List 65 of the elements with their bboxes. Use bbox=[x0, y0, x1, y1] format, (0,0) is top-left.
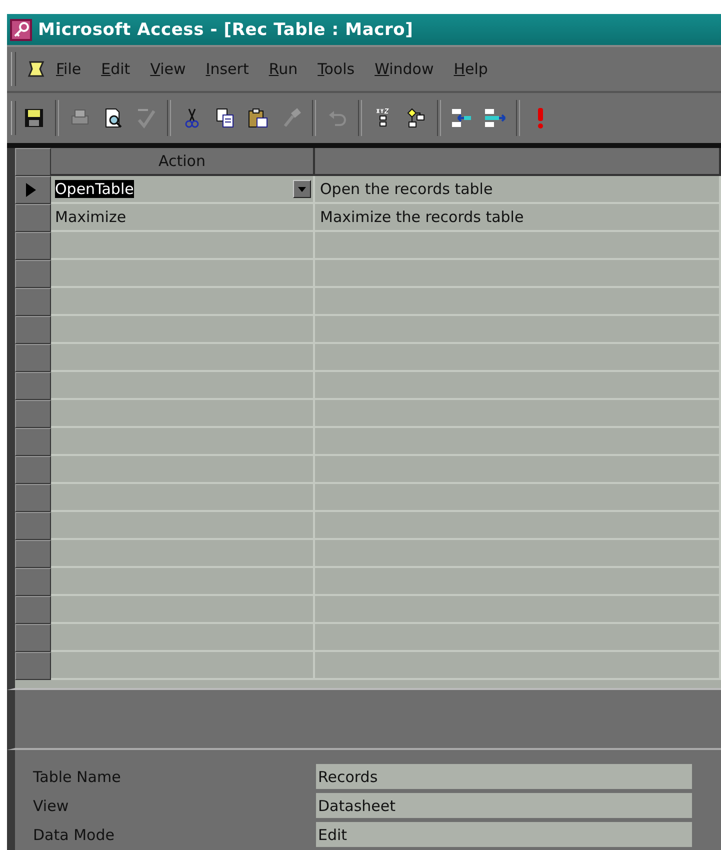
row-selector[interactable] bbox=[15, 372, 51, 400]
empty-cell[interactable] bbox=[315, 260, 721, 288]
row-selector[interactable] bbox=[15, 624, 51, 652]
argument-field[interactable]: Records bbox=[316, 764, 692, 789]
action-cell[interactable]: OpenTable bbox=[51, 176, 315, 204]
row-selector[interactable] bbox=[15, 204, 51, 232]
current-row-icon bbox=[26, 183, 36, 197]
empty-cell[interactable] bbox=[315, 624, 721, 652]
action-cell[interactable]: Maximize bbox=[51, 204, 315, 232]
row-selector[interactable] bbox=[15, 428, 51, 456]
caret-icon bbox=[298, 186, 306, 192]
row-selector[interactable] bbox=[15, 344, 51, 372]
empty-cell[interactable] bbox=[315, 344, 721, 372]
menu-item[interactable]: Tools bbox=[318, 60, 355, 78]
menu-item[interactable]: Help bbox=[454, 60, 488, 78]
column-header[interactable]: Action bbox=[51, 148, 315, 176]
row-selector[interactable] bbox=[15, 176, 51, 204]
argument-field[interactable]: Edit bbox=[316, 822, 692, 847]
row-selector[interactable] bbox=[15, 456, 51, 484]
menu-item[interactable]: View bbox=[150, 60, 186, 78]
empty-cell[interactable] bbox=[315, 428, 721, 456]
empty-cell[interactable] bbox=[315, 288, 721, 316]
empty-cell[interactable] bbox=[315, 512, 721, 540]
key-icon bbox=[10, 18, 32, 40]
delete-rows-icon[interactable] bbox=[483, 106, 507, 130]
insert-rows-icon[interactable] bbox=[450, 106, 474, 130]
empty-cell[interactable] bbox=[315, 456, 721, 484]
row-selector[interactable] bbox=[15, 232, 51, 260]
empty-cell[interactable] bbox=[315, 400, 721, 428]
menu-item[interactable]: Edit bbox=[101, 60, 130, 78]
row-selector[interactable] bbox=[15, 568, 51, 596]
clipboard-icon[interactable] bbox=[246, 106, 270, 130]
empty-cell[interactable] bbox=[315, 652, 721, 680]
highlighted-text: OpenTable bbox=[55, 180, 134, 198]
grid-corner[interactable] bbox=[15, 148, 51, 176]
argument-label: Table Name bbox=[33, 768, 122, 786]
empty-cell[interactable] bbox=[315, 540, 721, 568]
save-icon[interactable] bbox=[22, 106, 46, 130]
comment-cell[interactable]: Maximize the records table bbox=[315, 204, 721, 232]
empty-cell[interactable] bbox=[315, 232, 721, 260]
menu-item[interactable]: Window bbox=[374, 60, 434, 78]
row-selector[interactable] bbox=[15, 484, 51, 512]
comment-cell[interactable]: Open the records table bbox=[315, 176, 721, 204]
row-selector[interactable] bbox=[15, 512, 51, 540]
row-selector[interactable] bbox=[15, 260, 51, 288]
row-selector[interactable] bbox=[15, 288, 51, 316]
argument-field[interactable]: Datasheet bbox=[316, 793, 692, 818]
menu-item[interactable]: File bbox=[56, 60, 82, 78]
row-selector[interactable] bbox=[15, 316, 51, 344]
argument-label: View bbox=[33, 796, 70, 814]
window-title: Microsoft Access - [Rec Table : Macro] bbox=[38, 20, 414, 40]
row-selector[interactable] bbox=[15, 652, 51, 680]
empty-cell[interactable] bbox=[315, 372, 721, 400]
empty-cell[interactable] bbox=[315, 568, 721, 596]
empty-cell[interactable] bbox=[315, 316, 721, 344]
empty-cell[interactable] bbox=[315, 596, 721, 624]
row-selector[interactable] bbox=[15, 596, 51, 624]
empty-cell[interactable] bbox=[315, 484, 721, 512]
row-selector[interactable] bbox=[15, 400, 51, 428]
argument-label: Data Mode bbox=[33, 826, 116, 844]
menu-item[interactable]: Insert bbox=[206, 60, 249, 78]
row-selector[interactable] bbox=[15, 540, 51, 568]
pane-splitter[interactable] bbox=[7, 690, 721, 750]
menu-item[interactable]: Run bbox=[268, 60, 298, 78]
dropdown-button[interactable] bbox=[293, 180, 311, 198]
